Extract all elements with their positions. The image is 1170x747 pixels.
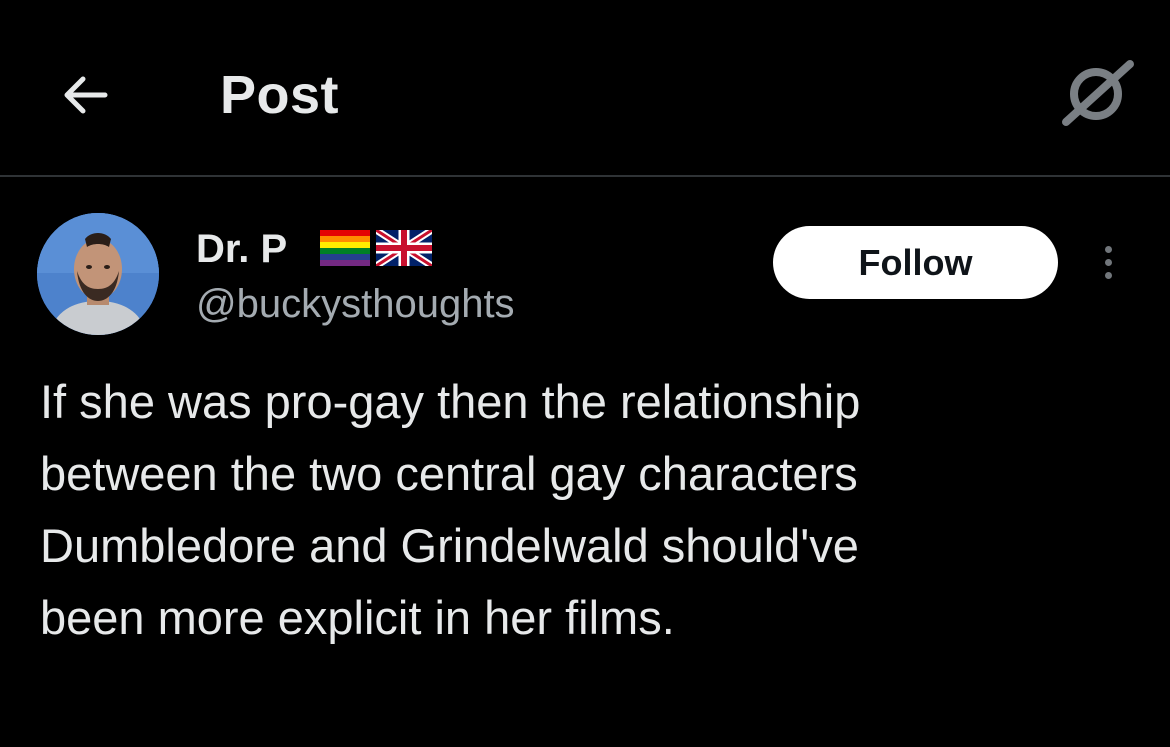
- more-options-button[interactable]: [1090, 236, 1126, 288]
- back-button[interactable]: [52, 62, 118, 128]
- post-text: If she was pro-gay then the relationship…: [40, 375, 861, 644]
- follow-button[interactable]: Follow: [773, 226, 1058, 299]
- header-divider: [0, 175, 1170, 177]
- more-vertical-icon-dot: [1104, 271, 1112, 279]
- author-display-name[interactable]: Dr. P: [196, 226, 287, 272]
- author-flags: [320, 230, 432, 266]
- grok-button[interactable]: [1058, 56, 1138, 128]
- uk-flag-icon: [376, 230, 432, 266]
- more-vertical-icon: [1104, 245, 1112, 253]
- more-vertical-icon-dot: [1104, 258, 1112, 266]
- top-bar: Post: [0, 0, 1170, 176]
- avatar[interactable]: [37, 213, 159, 335]
- sparkle-slash-icon: [1062, 60, 1134, 126]
- author-handle[interactable]: @buckysthoughts: [196, 280, 515, 328]
- rainbow-pride-flag-icon: [320, 230, 370, 266]
- page-title: Post: [220, 65, 340, 125]
- avatar-image: [37, 213, 159, 335]
- arrow-left-icon: [64, 76, 108, 114]
